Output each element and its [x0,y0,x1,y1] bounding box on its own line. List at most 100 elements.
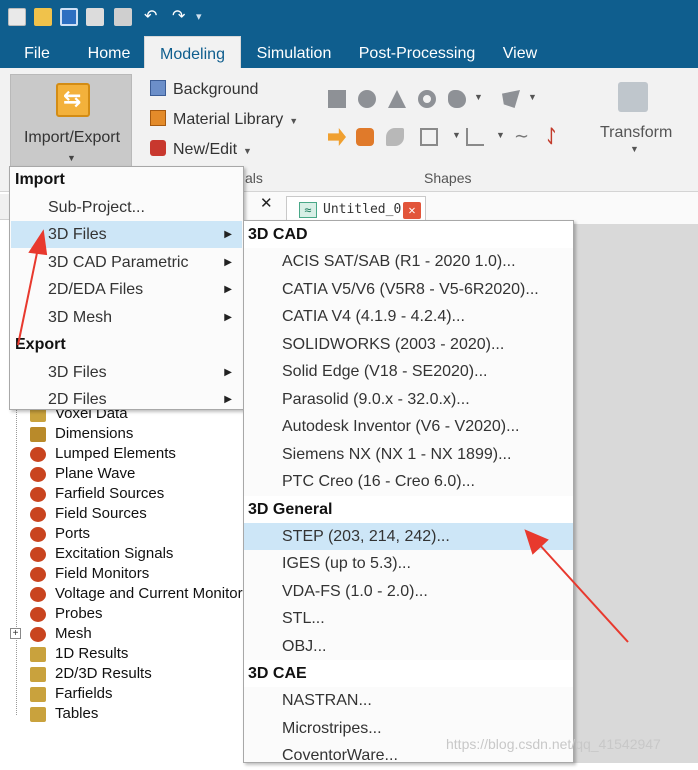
save-all-icon[interactable] [86,8,104,26]
submenu-item[interactable]: PTC Creo (16 - Creo 6.0)... [244,468,573,496]
submenu-item[interactable]: VDA-FS (1.0 - 2.0)... [244,578,573,606]
tree-item[interactable]: + Mesh [0,624,244,644]
tab-home[interactable]: Home [78,36,140,68]
torus-icon[interactable] [418,90,436,108]
menu-item-import-3d-files[interactable]: 3D Files ▶ [11,221,242,248]
tree-folder-icon [30,427,46,442]
tree-item[interactable]: Tables [0,704,244,724]
chevron-down-icon[interactable]: ▼ [474,92,492,110]
background-label: Background [173,81,259,98]
submenu-item[interactable]: Autodesk Inventor (V6 - V2020)... [244,413,573,441]
tab-post-processing[interactable]: Post-Processing [354,36,480,68]
submenu-item[interactable]: ACIS SAT/SAB (R1 - 2020 1.0)... [244,248,573,276]
menu-item-3d-mesh[interactable]: 3D Mesh ▶ [11,304,242,331]
save-icon[interactable] [60,8,78,26]
chevron-down-icon[interactable]: ▼ [496,130,514,148]
submenu-item[interactable]: SOLIDWORKS (2003 - 2020)... [244,331,573,359]
curve-icon[interactable] [466,128,484,146]
menu-item-export-3d-files[interactable]: 3D Files ▶ [11,359,242,386]
expand-icon[interactable]: + [10,628,21,639]
submenu-item[interactable]: Solid Edge (V18 - SE2020)... [244,358,573,386]
submenu-item[interactable]: Siemens NX (NX 1 - NX 1899)... [244,441,573,469]
tree-item[interactable]: 2D/3D Results [0,664,244,684]
material-library-label: Material Library [173,111,284,128]
tree-item[interactable]: Plane Wave [0,464,244,484]
submenu-item[interactable]: STL... [244,605,573,633]
pick-icon[interactable] [386,128,404,146]
tree-item-label: Excitation Signals [55,545,174,562]
submenu-item[interactable]: OBJ... [244,633,573,661]
tab-file[interactable]: File [14,36,60,68]
print-icon[interactable] [114,8,132,26]
customize-toolbar-icon[interactable]: ▾ [196,8,214,26]
tree-item[interactable]: Dimensions [0,424,244,444]
menu-item-label: Sub-Project... [48,199,145,216]
tree-item[interactable]: Voltage and Current Monitors [0,584,244,604]
tree-item[interactable]: Field Sources [0,504,244,524]
tab-view[interactable]: View [496,36,544,68]
new-file-icon[interactable] [8,8,26,26]
tree-item[interactable]: Excitation Signals [0,544,244,564]
brick-icon[interactable] [328,90,346,108]
tree-item[interactable]: 1D Results [0,644,244,664]
tree-folder-icon [30,547,46,562]
ellipsoid-icon[interactable] [448,90,466,108]
import-header: Import [15,171,65,188]
menu-item-label: 3D Files [48,364,107,381]
submenu-item[interactable]: NASTRAN... [244,687,573,715]
submenu-arrow-icon: ▶ [224,229,232,240]
import-export-icon [56,83,90,117]
tree-item[interactable]: Farfields [0,684,244,704]
align-icon[interactable] [420,128,438,146]
submenu-item[interactable]: CATIA V4 (4.1.9 - 4.2.4)... [244,303,573,331]
submenu-item[interactable]: STEP (203, 214, 242)... [244,522,573,550]
shape-arrow-icon[interactable] [328,128,346,146]
close-icon[interactable]: ✕ [403,202,421,219]
wire-icon[interactable]: ∼ [514,126,532,146]
import-export-button[interactable]: Import/Export ▼ [10,74,132,168]
submenu-item[interactable]: IGES (up to 5.3)... [244,550,573,578]
tree-item-label: Ports [55,525,91,542]
tree-item-label: Tables [55,705,99,722]
menu-item-2d-eda-files[interactable]: 2D/EDA Files ▶ [11,276,242,303]
cone-icon[interactable] [388,90,406,108]
chevron-down-icon[interactable]: ▼ [630,144,648,162]
boolean-icon[interactable] [356,128,374,146]
bondwire-icon[interactable]: ᛇ [546,126,564,146]
tree-item[interactable]: Lumped Elements [0,444,244,464]
background-icon [150,80,166,96]
import-export-menu: Import Sub-Project... 3D Files ▶ 3D CAD P… [9,166,244,410]
tree-item[interactable]: Field Monitors [0,564,244,584]
submenu-item[interactable]: CATIA V5/V6 (V5R8 - V5-6R2020)... [244,276,573,304]
tree-folder-icon [30,607,46,622]
tree-folder-icon [30,667,46,682]
background-button[interactable]: Background [150,78,258,102]
material-library-button[interactable]: Material Library ▼ [150,108,298,132]
tree-item[interactable]: Farfield Sources [0,484,244,504]
undo-icon[interactable]: ↶ [144,8,162,26]
new-edit-button[interactable]: New/Edit ▼ [150,138,252,162]
tab-simulation[interactable]: Simulation [249,36,339,68]
tree-item[interactable]: Probes [0,604,244,624]
sphere-icon[interactable] [358,90,376,108]
materials-group-label: als [245,170,263,186]
quick-access-toolbar: ↶ ↷ ▾ [0,0,698,36]
close-pane-icon[interactable]: ✕ [260,194,273,212]
tab-modeling[interactable]: Modeling [144,36,241,68]
extrude-icon[interactable] [502,90,520,108]
tree-folder-icon [30,527,46,542]
transform-button[interactable]: Transform [600,124,672,142]
chevron-down-icon[interactable]: ▼ [528,92,546,110]
menu-item-export-2d-files[interactable]: 2D Files ▶ [11,386,242,413]
tree-item-label: Plane Wave [55,465,136,482]
open-folder-icon[interactable] [34,8,52,26]
submenu-arrow-icon: ▶ [224,367,232,378]
tree-item-label: 2D/3D Results [55,665,152,682]
menu-item-sub-project[interactable]: Sub-Project... [11,194,242,221]
tree-folder-icon [30,707,46,722]
submenu-item[interactable]: Parasolid (9.0.x - 32.0.x)... [244,386,573,414]
menu-item-3d-cad-parametric[interactable]: 3D CAD Parametric ▶ [11,249,242,276]
redo-icon[interactable]: ↷ [172,8,190,26]
tree-item[interactable]: Ports [0,524,244,544]
3d-files-submenu: 3D CAD ACIS SAT/SAB (R1 - 2020 1.0)... CAT… [243,220,574,764]
